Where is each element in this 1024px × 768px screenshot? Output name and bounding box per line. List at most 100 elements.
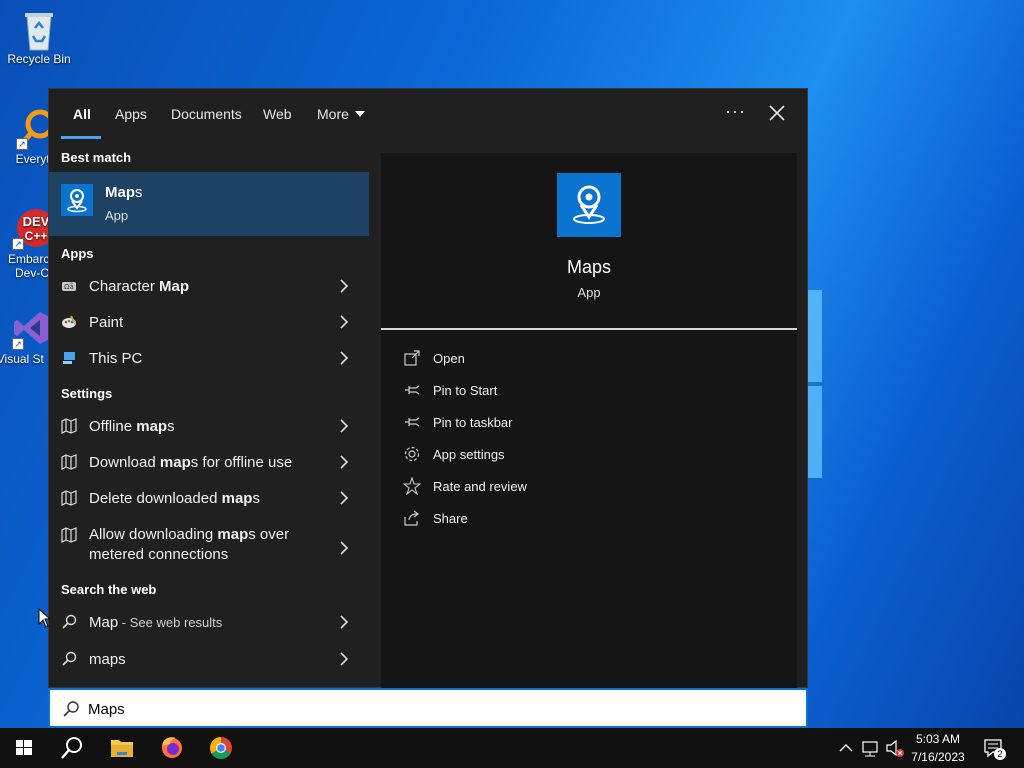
action-rate-and-review[interactable]: Rate and review xyxy=(402,475,703,499)
action-pin-to-start[interactable]: Pin to Start xyxy=(403,379,703,403)
file-explorer-button[interactable] xyxy=(98,728,146,768)
app-item-label: This PC xyxy=(89,350,143,367)
app-item-character-map[interactable]: Ωå Character Map xyxy=(49,269,369,305)
best-match-title-rest: s xyxy=(135,184,143,201)
search-tabs: All Apps Documents Web More ··· xyxy=(49,89,809,139)
settings-item-download-maps[interactable]: Download maps for offline use xyxy=(49,445,369,481)
clock-date[interactable]: 7/16/2023 xyxy=(906,750,970,764)
network-icon xyxy=(862,741,878,757)
firefox-button[interactable] xyxy=(148,728,196,768)
preview-pane: Maps App Open Pin to Start Pin to taskba… xyxy=(381,153,797,689)
notification-count-badge: 2 xyxy=(994,748,1006,760)
taskbar: 5:03 AM 7/16/2023 xyxy=(0,728,1024,768)
web-item-label: maps xyxy=(89,651,126,668)
chrome-button[interactable] xyxy=(197,728,245,768)
shortcut-arrow-icon: ↗ xyxy=(12,338,24,350)
download-maps-settings-icon xyxy=(61,454,77,470)
app-item-label: Character Map xyxy=(89,278,190,295)
pin-icon xyxy=(403,381,421,399)
tab-documents[interactable]: Documents xyxy=(171,106,242,122)
best-match-title: Maps xyxy=(105,184,143,201)
file-explorer-icon xyxy=(111,740,133,757)
web-item-map[interactable]: Map - See web results xyxy=(49,605,369,641)
action-pin-to-taskbar[interactable]: Pin to taskbar xyxy=(403,411,703,435)
settings-item-label: Delete downloaded maps xyxy=(89,490,260,507)
web-item-hint: - See web results xyxy=(118,615,223,630)
shortcut-arrow-icon: ↗ xyxy=(12,238,24,250)
search-box[interactable] xyxy=(48,688,808,728)
web-search-icon xyxy=(61,651,77,667)
delete-maps-settings-icon xyxy=(61,490,77,506)
paint-icon xyxy=(61,314,77,330)
settings-item-delete-maps[interactable]: Delete downloaded maps xyxy=(49,481,369,517)
clock-time[interactable]: 5:03 AM xyxy=(906,732,970,746)
action-label: App settings xyxy=(433,447,505,462)
network-button[interactable] xyxy=(858,728,882,768)
section-settings: Settings xyxy=(61,386,113,401)
maps-app-icon xyxy=(61,184,93,216)
tab-apps[interactable]: Apps xyxy=(115,106,147,122)
chevron-right-icon xyxy=(339,351,349,365)
settings-item-metered-maps[interactable]: Allow downloading maps over metered conn… xyxy=(49,525,369,571)
web-item-maps[interactable]: maps xyxy=(49,642,369,678)
action-label: Open xyxy=(433,351,465,366)
more-options-button[interactable]: ··· xyxy=(725,101,746,122)
shortcut-arrow-icon: ↗ xyxy=(16,138,28,150)
chevron-right-icon xyxy=(339,455,349,469)
chevron-right-icon xyxy=(339,541,349,555)
action-label: Pin to Start xyxy=(433,383,498,398)
recycle-bin-icon xyxy=(19,8,59,51)
action-label: Rate and review xyxy=(433,479,527,494)
action-app-settings[interactable]: App settings xyxy=(403,443,703,467)
action-label: Pin to taskbar xyxy=(433,415,513,430)
tab-web[interactable]: Web xyxy=(263,106,292,122)
pin-icon xyxy=(403,413,421,431)
app-item-this-pc[interactable]: This PC xyxy=(49,341,369,377)
tab-more[interactable]: More xyxy=(317,106,365,122)
show-hidden-icons-button[interactable] xyxy=(834,728,858,768)
web-search-icon xyxy=(61,614,77,630)
best-match-title-bold: Map xyxy=(105,184,135,201)
chevron-right-icon xyxy=(339,615,349,629)
volume-button[interactable] xyxy=(882,728,908,768)
chevron-right-icon xyxy=(339,419,349,433)
offline-maps-settings-icon xyxy=(61,418,77,434)
best-match-subtitle: App xyxy=(105,208,129,223)
chevron-right-icon xyxy=(339,315,349,329)
dev-cpp-icon: DEV C++ ↗ xyxy=(12,208,55,250)
windows-logo-glow xyxy=(808,290,824,480)
best-match-item[interactable]: Maps App xyxy=(49,172,369,236)
settings-item-offline-maps[interactable]: Offline maps xyxy=(49,409,369,445)
chevron-up-icon xyxy=(839,744,853,752)
open-icon xyxy=(403,349,421,367)
settings-item-label: Download maps for offline use xyxy=(89,454,293,471)
chrome-icon xyxy=(210,737,232,759)
tab-all[interactable]: All xyxy=(73,106,91,122)
search-input[interactable] xyxy=(88,698,768,720)
preview-app-type: App xyxy=(577,285,601,300)
star-icon xyxy=(402,476,422,496)
visual-studio-icon: ↗ xyxy=(12,308,52,350)
character-map-icon: Ωå xyxy=(61,278,77,294)
action-label: Share xyxy=(433,511,468,526)
search-icon xyxy=(61,737,82,759)
settings-item-label: Offline maps xyxy=(89,418,175,435)
start-search-panel: All Apps Documents Web More ··· Best mat… xyxy=(48,88,809,689)
action-open[interactable]: Open xyxy=(403,347,703,371)
taskbar-search-button[interactable] xyxy=(48,728,96,768)
web-item-label: Map - See web results xyxy=(89,614,223,631)
firefox-icon xyxy=(162,737,182,758)
app-item-paint[interactable]: Paint xyxy=(49,305,369,341)
preview-divider xyxy=(381,328,797,330)
start-button[interactable] xyxy=(0,728,48,768)
results-list: Best match Maps App Apps Ωå Character Ma… xyxy=(49,139,379,689)
settings-item-label: Allow downloading maps over metered conn… xyxy=(89,526,290,563)
metered-maps-settings-icon xyxy=(61,527,77,543)
svg-text:C++: C++ xyxy=(25,229,48,243)
action-share[interactable]: Share xyxy=(403,507,703,531)
close-button[interactable] xyxy=(765,101,789,125)
gear-icon xyxy=(403,445,421,463)
desktop-icon-recycle-bin[interactable]: Recycle Bin xyxy=(1,8,77,66)
maps-app-icon xyxy=(557,173,621,237)
svg-text:DEV: DEV xyxy=(23,214,50,229)
